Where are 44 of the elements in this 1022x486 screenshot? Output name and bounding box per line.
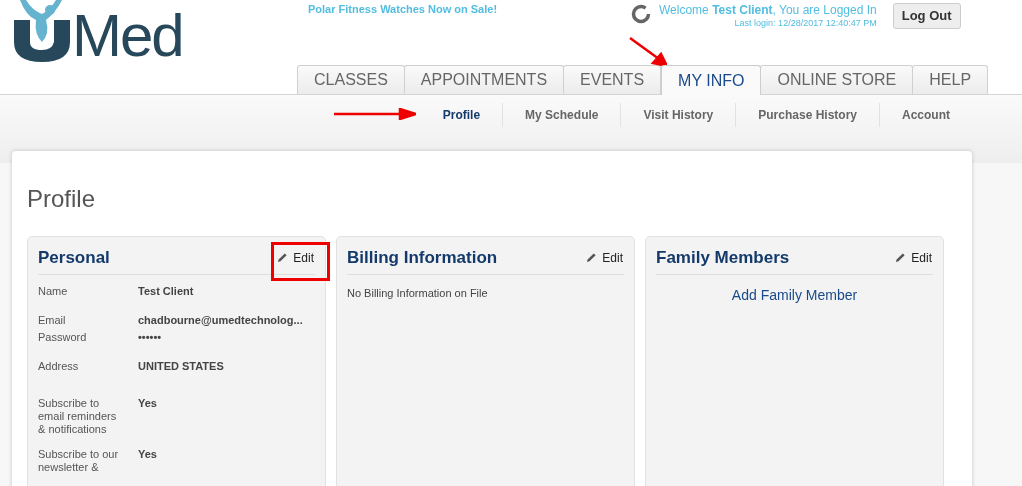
- subnav-link[interactable]: Account: [879, 103, 972, 127]
- subnav-link[interactable]: Purchase History: [735, 103, 879, 127]
- field-label: Subscribe to our newsletter &: [38, 448, 120, 474]
- nav-tab[interactable]: APPOINTMENTS: [403, 65, 565, 94]
- welcome-text: Welcome Test Client, You are Logged In: [659, 3, 877, 17]
- pencil-icon: [277, 252, 289, 263]
- logo-text: Med: [72, 10, 183, 62]
- highlight-box: [271, 242, 330, 281]
- edit-button[interactable]: Edit: [586, 248, 624, 267]
- nav-tab[interactable]: CLASSES: [297, 65, 405, 94]
- edit-button[interactable]: Edit: [895, 248, 933, 267]
- nav-tab[interactable]: HELP: [912, 65, 989, 94]
- logout-button[interactable]: Log Out: [892, 3, 961, 29]
- field-value: ••••••: [138, 331, 163, 344]
- annotation-arrow: [629, 37, 667, 66]
- panel-title: Billing Information: [347, 246, 498, 269]
- field-label: Email: [38, 314, 67, 327]
- nav-tab[interactable]: MY INFO: [661, 65, 762, 95]
- pencil-icon: [586, 252, 598, 263]
- nav-tab[interactable]: ONLINE STORE: [760, 65, 914, 94]
- field-label: Address: [38, 360, 80, 373]
- field-label: Password: [38, 331, 88, 344]
- empty-message: No Billing Information on File: [347, 286, 489, 301]
- edit-button[interactable]: Edit: [277, 248, 315, 267]
- nav-tab[interactable]: EVENTS: [563, 65, 662, 94]
- field-value: UNITED STATES: [138, 360, 225, 373]
- last-login-text: Last login: 12/28/2017 12:40:47 PM: [734, 17, 877, 30]
- loading-ring-icon: [631, 4, 651, 24]
- field-value: Test Client: [138, 285, 195, 298]
- subnav-link[interactable]: My Schedule: [502, 103, 621, 127]
- logo-mark-icon: [12, 0, 72, 62]
- field-value: Yes: [138, 448, 158, 462]
- page-title: Profile: [27, 185, 97, 213]
- subnav-link[interactable]: Profile: [420, 103, 503, 127]
- logo[interactable]: Med: [12, 0, 183, 62]
- subnav-link[interactable]: Visit History: [620, 103, 736, 127]
- pencil-icon: [895, 252, 907, 263]
- field-value: Yes: [138, 397, 158, 411]
- panel-title: Personal: [38, 246, 110, 269]
- field-label: Name: [38, 285, 69, 298]
- panel-title: Family Members: [656, 246, 790, 269]
- field-label: Subscribe to email reminders & notifications: [38, 397, 118, 436]
- field-value: chadbourne@umedtechnolog...: [138, 314, 304, 327]
- add-family-member-link[interactable]: Add Family Member: [731, 285, 858, 306]
